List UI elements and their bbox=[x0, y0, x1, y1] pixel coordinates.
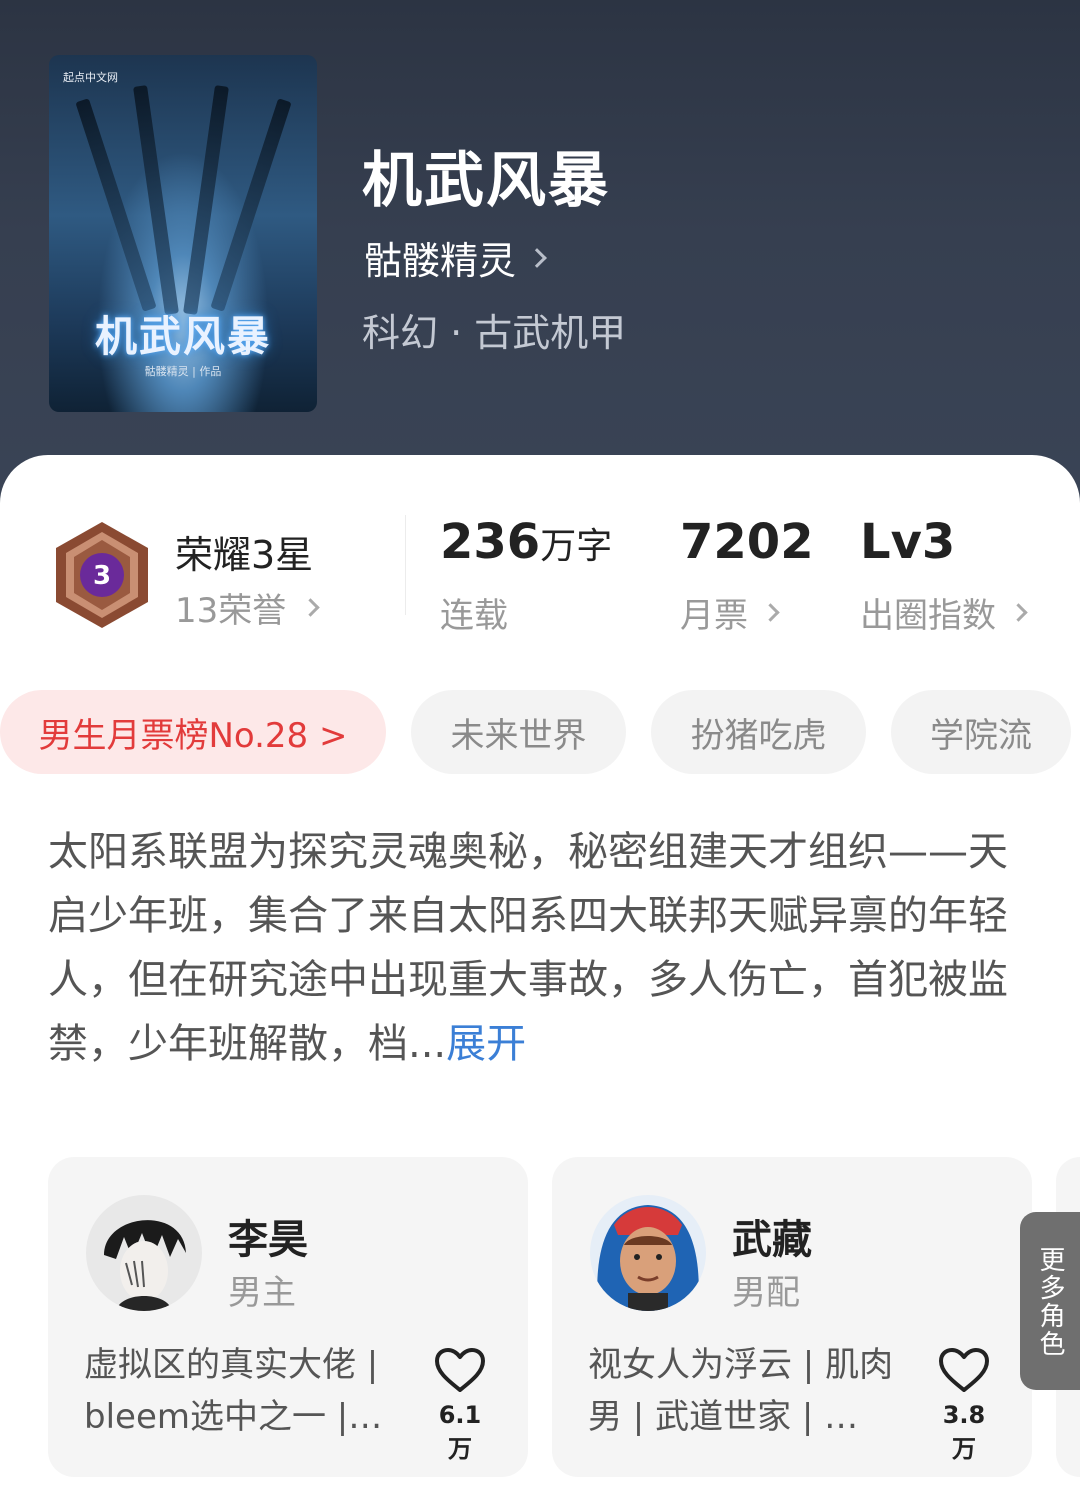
chevron-right-icon bbox=[1009, 603, 1028, 622]
cover-title: 机武风暴 bbox=[94, 312, 271, 361]
popularity-index-value: Lv3 bbox=[860, 514, 956, 570]
divider bbox=[405, 515, 406, 615]
character-desc: 虚拟区的真实大佬 | bleem选中之一 |… bbox=[84, 1345, 383, 1437]
synopsis-text: 太阳系联盟为探究灵魂奥秘，秘密组建天才组织——天启少年班，集合了来自太阳系四大联… bbox=[48, 829, 1008, 1067]
character-card[interactable]: 李昊 男主 虚拟区的真实大佬 | bleem选中之一 |… 6.1万 bbox=[48, 1157, 528, 1477]
monthly-tickets-label: 月票 bbox=[680, 596, 748, 636]
author-link[interactable]: 骷髅精灵 bbox=[364, 230, 547, 285]
like-count: 6.1万 bbox=[438, 1401, 482, 1463]
character-role: 男主 bbox=[228, 1273, 296, 1313]
serial-status: 连载 bbox=[440, 596, 508, 636]
honor-badge-level: 3 bbox=[93, 561, 111, 591]
like-button[interactable]: 3.8万 bbox=[934, 1347, 994, 1464]
book-genre: 科幻 · 古武机甲 bbox=[362, 311, 627, 355]
tag-academy[interactable]: 学院流 bbox=[891, 690, 1071, 774]
character-desc: 视女人为浮云 | 肌肉男 | 武道世家 | … bbox=[588, 1345, 894, 1437]
book-header: 起点中文网 机武风暴 骷髅精灵 | 作品 机武风暴 骷髅精灵 科幻 · 古武机甲 bbox=[0, 0, 1080, 520]
chevron-right-icon bbox=[761, 603, 780, 622]
heart-icon bbox=[435, 1348, 485, 1392]
monthly-tickets-link[interactable]: 月票 bbox=[680, 588, 780, 637]
heart-icon bbox=[939, 1348, 989, 1392]
monthly-tickets-value: 7202 bbox=[680, 514, 814, 570]
like-button[interactable]: 6.1万 bbox=[430, 1347, 490, 1464]
word-count: 236万字 bbox=[440, 514, 612, 570]
chevron-right-icon bbox=[527, 247, 547, 268]
book-cover[interactable]: 起点中文网 机武风暴 骷髅精灵 | 作品 bbox=[49, 55, 317, 412]
honor-badge-icon[interactable]: 3 bbox=[52, 520, 152, 630]
character-name: 武藏 bbox=[732, 1217, 812, 1263]
popularity-index-label: 出圈指数 bbox=[860, 596, 996, 636]
word-count-unit: 万字 bbox=[540, 526, 613, 567]
honor-points: 13荣誉 bbox=[175, 591, 287, 631]
rank-tag[interactable]: 男生月票榜No.28 > bbox=[0, 690, 386, 774]
character-name: 李昊 bbox=[228, 1217, 308, 1263]
book-title: 机武风暴 bbox=[362, 146, 610, 216]
honor-title: 荣耀3星 bbox=[175, 533, 314, 577]
character-avatar bbox=[590, 1195, 706, 1311]
word-count-value: 236 bbox=[440, 514, 541, 570]
tag-underdog[interactable]: 扮猪吃虎 bbox=[651, 690, 866, 774]
expand-link[interactable]: 展开 bbox=[446, 1021, 526, 1067]
honor-link[interactable]: 13荣誉 bbox=[175, 583, 320, 632]
like-count: 3.8万 bbox=[942, 1401, 986, 1463]
character-card[interactable]: 武藏 男配 视女人为浮云 | 肌肉男 | 武道世家 | … 3.8万 bbox=[552, 1157, 1032, 1477]
tag-future-world[interactable]: 未来世界 bbox=[411, 690, 626, 774]
author-name: 骷髅精灵 bbox=[364, 239, 517, 283]
cover-publisher: 起点中文网 bbox=[63, 71, 118, 84]
chevron-right-icon bbox=[301, 598, 320, 617]
popularity-index-link[interactable]: 出圈指数 bbox=[860, 588, 1028, 637]
synopsis[interactable]: 太阳系联盟为探究灵魂奥秘，秘密组建天才组织——天启少年班，集合了来自太阳系四大联… bbox=[48, 820, 1008, 1076]
character-role: 男配 bbox=[732, 1273, 800, 1313]
cover-byline: 骷髅精灵 | 作品 bbox=[144, 365, 222, 378]
more-roles-button[interactable]: 更多角色 bbox=[1020, 1212, 1080, 1390]
character-avatar bbox=[86, 1195, 202, 1311]
